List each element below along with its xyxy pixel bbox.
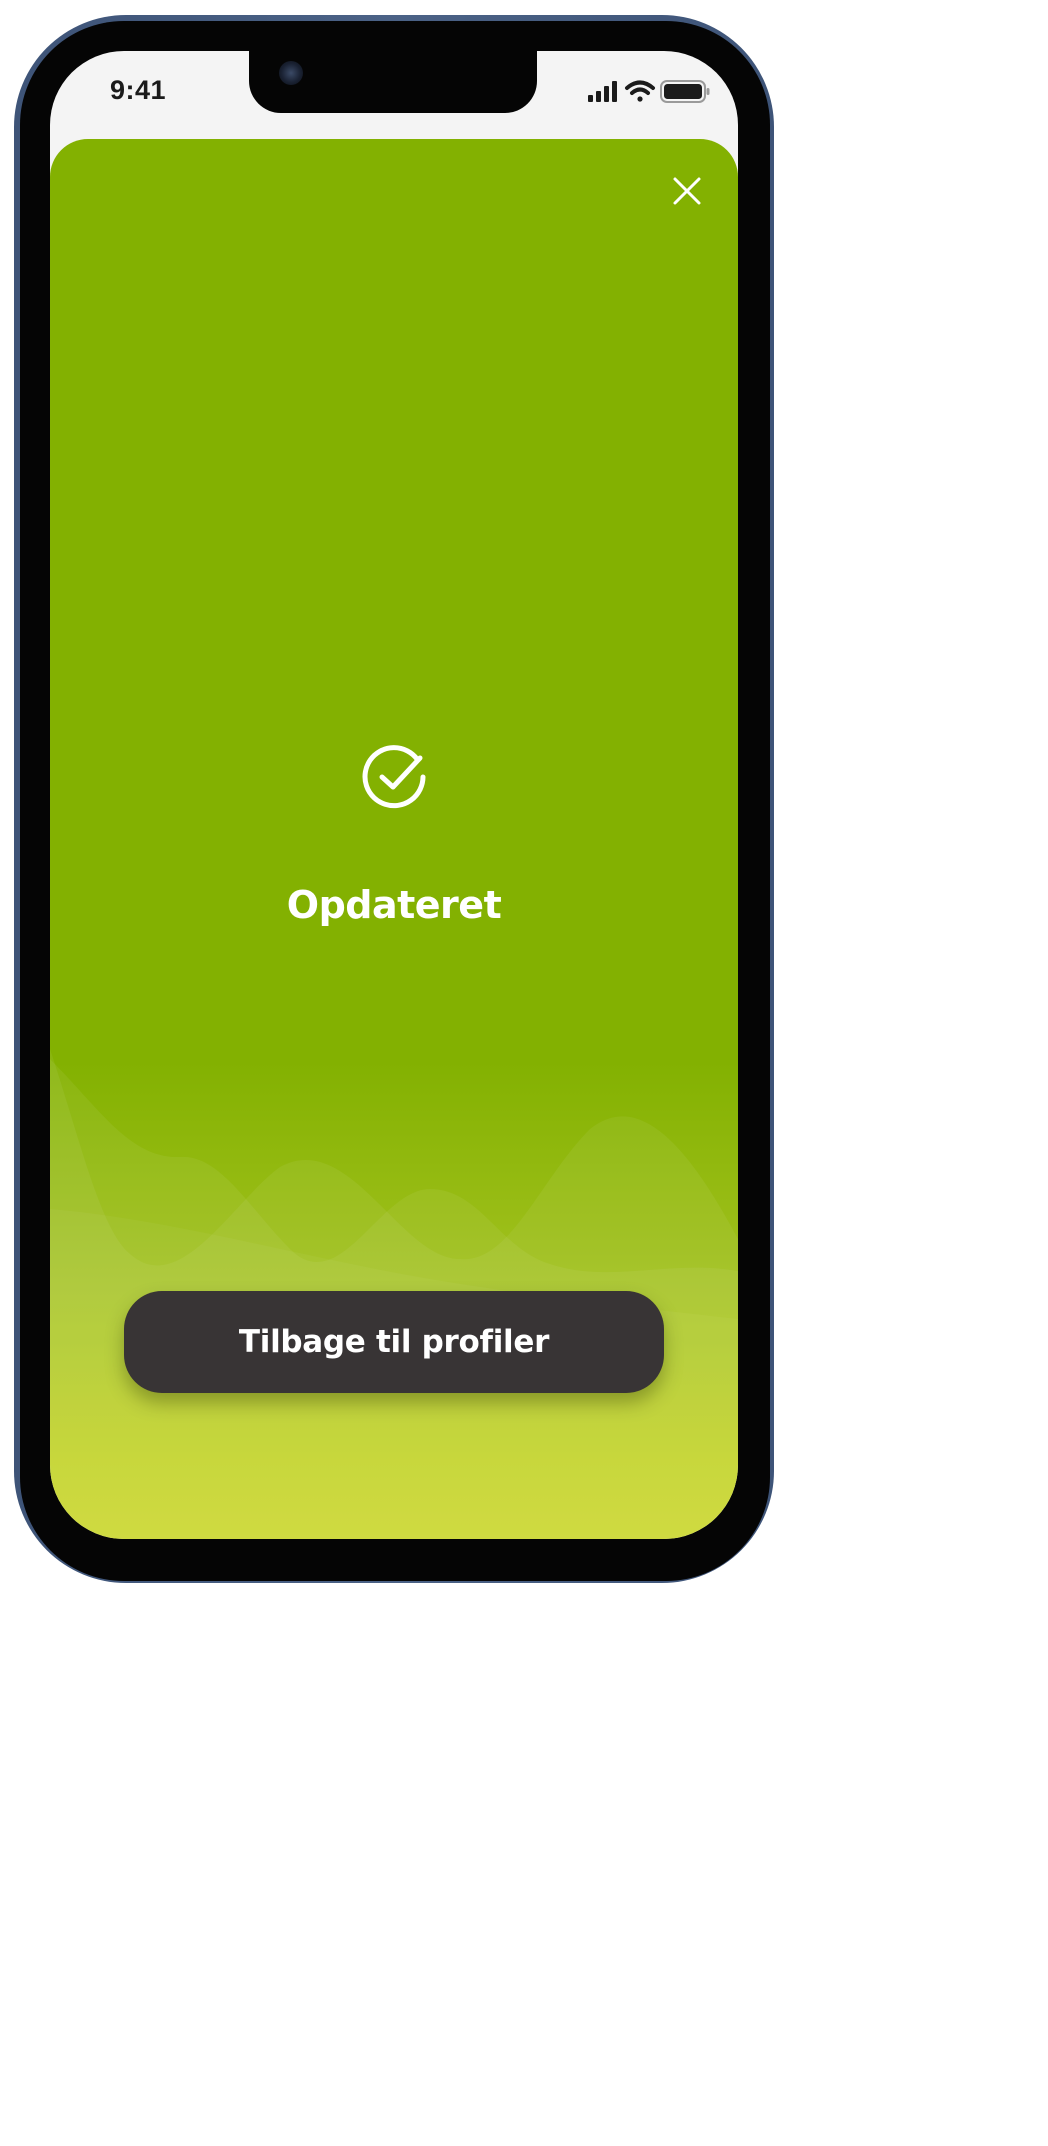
back-to-profiles-label: Tilbage til profiler [238, 1324, 550, 1360]
phone-screen: 9:41 Opdateret Tilbage til profiler [50, 51, 738, 1539]
wifi-icon [625, 80, 655, 102]
notch [249, 51, 537, 113]
front-camera [279, 61, 303, 85]
back-to-profiles-button[interactable]: Tilbage til profiler [124, 1291, 664, 1393]
status-bar: 9:41 [50, 51, 738, 139]
success-modal: Opdateret Tilbage til profiler [50, 139, 738, 1539]
cellular-signal-icon [588, 81, 617, 102]
stage: 9:41 Opdateret Tilbage til profiler [0, 0, 774, 1583]
status-time: 9:41 [110, 75, 167, 105]
close-icon[interactable] [672, 176, 702, 206]
battery-icon [660, 80, 710, 103]
check-circle-icon [362, 745, 426, 809]
status-icons [588, 80, 710, 103]
status-title: Opdateret [286, 883, 502, 927]
